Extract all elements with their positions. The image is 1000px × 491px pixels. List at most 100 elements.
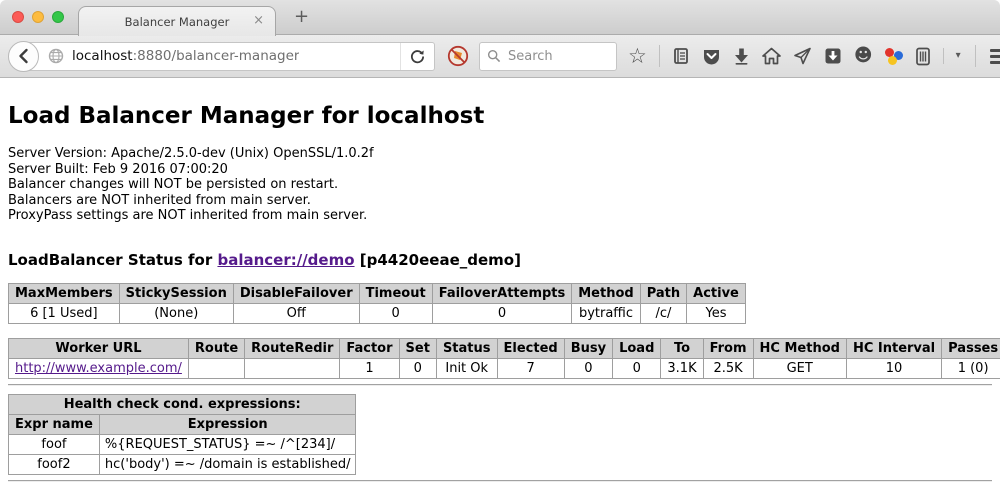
url-path: :8880/balancer-manager <box>133 48 300 64</box>
column-header: DisableFailover <box>233 283 359 303</box>
containers-icon[interactable] <box>915 47 931 66</box>
divider <box>8 480 992 482</box>
feedback-smiley-icon[interactable]: ☻ <box>854 47 873 65</box>
colored-dots-addon-icon[interactable] <box>885 47 903 65</box>
cell-path: /c/ <box>640 303 686 323</box>
table-row: 6 [1 Used] (None) Off 0 0 bytraffic /c/ … <box>9 303 746 323</box>
server-version-line: Server Version: Apache/2.5.0-dev (Unix) … <box>8 146 992 162</box>
back-button[interactable] <box>8 41 39 72</box>
health-table-title: Health check cond. expressions: <box>9 394 356 414</box>
column-header: Method <box>572 283 640 303</box>
url-bar[interactable]: localhost:8880/balancer-manager <box>23 42 435 71</box>
loadbalancer-status-heading: LoadBalancer Status for balancer://demo … <box>8 251 992 269</box>
cell-status: Init Ok <box>436 358 497 378</box>
column-header: From <box>703 338 753 358</box>
search-icon <box>487 49 501 63</box>
reading-list-icon[interactable] <box>672 47 690 65</box>
cell-expr-name: foof2 <box>9 454 100 474</box>
url-host: localhost <box>72 48 133 64</box>
cell-expression: %{REQUEST_STATUS} =~ /^[234]/ <box>99 434 356 454</box>
column-header: Elected <box>497 338 564 358</box>
window-close-button[interactable] <box>12 11 24 23</box>
status-heading-prefix: LoadBalancer Status for <box>8 251 217 269</box>
cell-worker-url: http://www.example.com/ <box>9 358 189 378</box>
proxypass-notice-line: ProxyPass settings are NOT inherited fro… <box>8 208 992 224</box>
column-header: HC Method <box>753 338 846 358</box>
column-header: Path <box>640 283 686 303</box>
cell-set: 0 <box>399 358 436 378</box>
tab-close-icon[interactable]: × <box>253 14 264 27</box>
inherit-notice-line: Balancers are NOT inherited from main se… <box>8 193 992 209</box>
cell-stickysession: (None) <box>119 303 233 323</box>
column-header: Expr name <box>9 414 100 434</box>
column-header: To <box>661 338 703 358</box>
reload-button[interactable] <box>400 43 434 70</box>
persist-notice-line: Balancer changes will NOT be persisted o… <box>8 177 992 193</box>
chevron-down-icon[interactable]: ▾ <box>956 51 961 61</box>
tab-title: Balancer Manager <box>125 15 230 29</box>
search-input[interactable] <box>506 48 601 65</box>
column-header: Status <box>436 338 497 358</box>
column-header: FailoverAttempts <box>432 283 572 303</box>
pocket-icon[interactable] <box>702 47 721 66</box>
browser-tab[interactable]: Balancer Manager × <box>78 6 276 36</box>
cell-failoverattempts: 0 <box>432 303 572 323</box>
worker-url-link[interactable]: http://www.example.com/ <box>15 361 182 376</box>
cell-method: bytraffic <box>572 303 640 323</box>
column-header: RouteRedir <box>245 338 340 358</box>
column-header: Worker URL <box>9 338 189 358</box>
page-content: Load Balancer Manager for localhost Serv… <box>0 78 1000 482</box>
cell-hc-method: GET <box>753 358 846 378</box>
status-heading-suffix: [p4420eeae_demo] <box>355 251 521 269</box>
send-tab-icon[interactable] <box>793 47 812 65</box>
downloads-icon[interactable] <box>733 47 750 65</box>
column-header: MaxMembers <box>9 283 120 303</box>
menu-separator <box>975 45 976 67</box>
addon-download-icon[interactable] <box>824 47 842 65</box>
column-header: HC Interval <box>846 338 941 358</box>
cell-maxmembers: 6 [1 Used] <box>9 303 120 323</box>
cell-hc-interval: 10 <box>846 358 941 378</box>
flashblock-icon[interactable] <box>447 45 469 67</box>
table-header-row: Worker URL Route RouteRedir Factor Set S… <box>9 338 1000 358</box>
menu-hamburger-icon[interactable] <box>990 49 1000 64</box>
cell-from: 2.5K <box>703 358 753 378</box>
cell-expression: hc('body') =~ /domain is established/ <box>99 454 356 474</box>
column-header: StickySession <box>119 283 233 303</box>
balancer-status-table: MaxMembers StickySession DisableFailover… <box>8 283 746 324</box>
home-icon[interactable] <box>762 47 781 65</box>
cell-routeredir <box>245 358 340 378</box>
column-header: Timeout <box>359 283 432 303</box>
cell-load: 0 <box>613 358 661 378</box>
cell-to: 3.1K <box>661 358 703 378</box>
column-header: Load <box>613 338 661 358</box>
reload-icon <box>410 49 425 64</box>
worker-table: Worker URL Route RouteRedir Factor Set S… <box>8 338 1000 379</box>
table-row: foof2 hc('body') =~ /domain is establish… <box>9 454 356 474</box>
column-header: Route <box>188 338 244 358</box>
url-text: localhost:8880/balancer-manager <box>72 48 299 64</box>
balancer-demo-link[interactable]: balancer://demo <box>217 251 354 269</box>
search-box[interactable] <box>479 42 617 71</box>
server-info: Server Version: Apache/2.5.0-dev (Unix) … <box>8 146 992 224</box>
table-row: foof %{REQUEST_STATUS} =~ /^[234]/ <box>9 434 356 454</box>
window-minimize-button[interactable] <box>32 11 44 23</box>
cell-route <box>188 358 244 378</box>
bookmark-star-icon[interactable]: ☆ <box>628 46 647 67</box>
cell-elected: 7 <box>497 358 564 378</box>
cell-expr-name: foof <box>9 434 100 454</box>
window-zoom-button[interactable] <box>52 11 64 23</box>
column-header: Passes <box>942 338 1000 358</box>
page-title: Load Balancer Manager for localhost <box>8 103 992 129</box>
table-title-row: Health check cond. expressions: <box>9 394 356 414</box>
window-titlebar: Balancer Manager × + <box>0 0 1000 35</box>
back-arrow-icon <box>16 48 32 64</box>
toolbar-buttons: ☆ <box>628 45 961 67</box>
cell-disablefailover: Off <box>233 303 359 323</box>
toolbar-separator <box>659 45 660 67</box>
server-built-line: Server Built: Feb 9 2016 07:00:20 <box>8 162 992 178</box>
new-tab-button[interactable]: + <box>294 8 309 26</box>
table-header-row: Expr name Expression <box>9 414 356 434</box>
health-check-table: Health check cond. expressions: Expr nam… <box>8 394 356 475</box>
cell-timeout: 0 <box>359 303 432 323</box>
